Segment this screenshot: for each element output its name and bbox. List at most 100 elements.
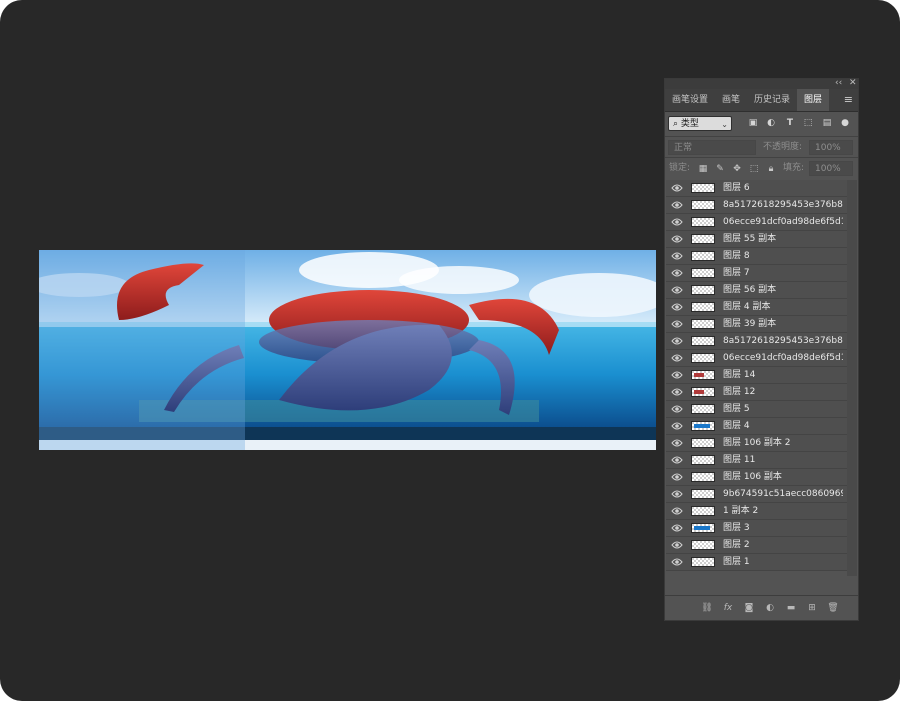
panel-menu-icon[interactable]: ≡ <box>844 89 853 111</box>
eye-visibility-icon[interactable] <box>671 217 683 227</box>
fx-icon[interactable]: fx <box>722 602 734 614</box>
eye-visibility-icon[interactable] <box>671 353 683 363</box>
layer-row[interactable]: 图层 106 副本 2 <box>666 435 847 452</box>
filter-toggle-icon[interactable]: ● <box>841 117 849 129</box>
lock-artboard-icon[interactable]: ⬚ <box>749 164 759 174</box>
blend-mode-select[interactable]: 正常 <box>668 140 756 155</box>
layer-row[interactable]: 图层 39 副本 <box>666 316 847 333</box>
layer-name: 图层 1 <box>723 557 750 567</box>
eye-visibility-icon[interactable] <box>671 421 683 431</box>
layer-row[interactable]: 图层 5 <box>666 401 847 418</box>
lock-move-icon[interactable]: ✥ <box>732 164 742 174</box>
layer-name: 图层 3 <box>723 523 750 533</box>
tab-history[interactable]: 历史记录 <box>747 89 797 111</box>
layer-row[interactable]: 图层 1 <box>666 554 847 571</box>
layer-row[interactable]: 8a5172618295453e376b8f... <box>666 197 847 214</box>
layer-thumbnail <box>691 217 715 227</box>
layer-row[interactable]: 06ecce91dcf0ad98de6f5d1... <box>666 214 847 231</box>
layer-row[interactable]: 图层 2 <box>666 537 847 554</box>
eye-visibility-icon[interactable] <box>671 557 683 567</box>
link-icon[interactable]: ⛓ <box>701 602 713 614</box>
eye-visibility-icon[interactable] <box>671 387 683 397</box>
eye-visibility-icon[interactable] <box>671 472 683 482</box>
lock-transparency-icon[interactable]: ▦ <box>698 164 708 174</box>
layers-panel: ‹‹ ✕ 画笔设置 画笔 历史记录 图层 ≡ ⌕ 类型 ⌄ ▣ ◐ T ⬚ ▤ … <box>664 78 859 621</box>
layer-row[interactable]: 1 副本 2 <box>666 503 847 520</box>
eye-visibility-icon[interactable] <box>671 523 683 533</box>
layer-thumbnail <box>691 455 715 465</box>
folder-icon[interactable]: ▬ <box>785 602 797 614</box>
double-chevron-left-icon[interactable]: ‹‹ <box>835 77 842 89</box>
opacity-input[interactable]: 100% <box>809 140 853 155</box>
eye-visibility-icon[interactable] <box>671 370 683 380</box>
tab-brushes[interactable]: 画笔 <box>715 89 747 111</box>
layer-name: 图层 106 副本 <box>723 472 782 482</box>
layer-name: 图层 56 副本 <box>723 285 777 295</box>
layer-name: 图层 7 <box>723 268 750 278</box>
layer-row[interactable]: 图层 8 <box>666 248 847 265</box>
layer-row[interactable]: 图层 4 <box>666 418 847 435</box>
eye-visibility-icon[interactable] <box>671 540 683 550</box>
eye-visibility-icon[interactable] <box>671 268 683 278</box>
new-layer-icon[interactable]: ⊞ <box>806 602 818 614</box>
eye-visibility-icon[interactable] <box>671 404 683 414</box>
layer-row[interactable]: 9b674591c51aecc0860969... <box>666 486 847 503</box>
adjustment-icon[interactable]: ◐ <box>764 602 776 614</box>
layer-thumbnail <box>691 200 715 210</box>
layer-row[interactable]: 06ecce91dcf0ad98de6f5d1... <box>666 350 847 367</box>
eye-visibility-icon[interactable] <box>671 251 683 261</box>
eye-visibility-icon[interactable] <box>671 319 683 329</box>
eye-visibility-icon[interactable] <box>671 506 683 516</box>
lock-label: 锁定: <box>669 163 691 173</box>
lock-brush-icon[interactable]: ✎ <box>715 164 725 174</box>
document-canvas[interactable] <box>39 250 656 450</box>
eye-visibility-icon[interactable] <box>671 200 683 210</box>
layer-row[interactable]: 图层 6 <box>666 180 847 197</box>
tab-layers[interactable]: 图层 <box>797 89 830 111</box>
type-filter-icon[interactable]: T <box>784 117 796 129</box>
layer-row[interactable]: 图层 14 <box>666 367 847 384</box>
layer-list-scrollbar[interactable] <box>847 180 857 576</box>
smart-object-filter-icon[interactable]: ▤ <box>821 117 833 129</box>
layer-thumbnail <box>691 557 715 567</box>
eye-visibility-icon[interactable] <box>671 489 683 499</box>
lock-all-icon[interactable]: 🔒︎ <box>766 164 776 174</box>
layer-name: 图层 6 <box>723 183 750 193</box>
panel-tabs: 画笔设置 画笔 历史记录 图层 ≡ <box>665 89 858 112</box>
eye-visibility-icon[interactable] <box>671 336 683 346</box>
layer-row[interactable]: 图层 55 副本 <box>666 231 847 248</box>
filter-kind-select[interactable]: ⌕ 类型 ⌄ <box>668 116 732 131</box>
pixel-filter-icon[interactable]: ▣ <box>747 117 759 129</box>
eye-visibility-icon[interactable] <box>671 234 683 244</box>
layer-row[interactable]: 图层 106 副本 <box>666 469 847 486</box>
layer-name: 1 副本 2 <box>723 506 759 516</box>
layer-row[interactable]: 图层 4 副本 <box>666 299 847 316</box>
layer-row[interactable]: 图层 3 <box>666 520 847 537</box>
adjustment-filter-icon[interactable]: ◐ <box>765 117 777 129</box>
fill-input[interactable]: 100% <box>809 161 853 176</box>
layer-row[interactable]: 图层 12 <box>666 384 847 401</box>
eye-visibility-icon[interactable] <box>671 285 683 295</box>
tab-brush-settings[interactable]: 画笔设置 <box>665 89 715 111</box>
layer-row[interactable]: 图层 11 <box>666 452 847 469</box>
layer-row[interactable]: 图层 7 <box>666 265 847 282</box>
layer-name: 8a5172618295453e376b8f... <box>723 336 843 346</box>
layer-name: 图层 55 副本 <box>723 234 777 244</box>
close-icon[interactable]: ✕ <box>849 77 857 89</box>
eye-visibility-icon[interactable] <box>671 455 683 465</box>
eye-visibility-icon[interactable] <box>671 438 683 448</box>
mask-icon[interactable]: ◙ <box>743 602 755 614</box>
trash-icon[interactable]: 🗑︎ <box>827 602 839 614</box>
layer-thumbnail <box>691 404 715 414</box>
fill-label: 填充: <box>783 163 805 173</box>
eye-visibility-icon[interactable] <box>671 302 683 312</box>
layer-row[interactable]: 图层 56 副本 <box>666 282 847 299</box>
eye-visibility-icon[interactable] <box>671 183 683 193</box>
layer-thumbnail <box>691 353 715 363</box>
layer-name: 图层 11 <box>723 455 756 465</box>
layer-row[interactable]: 8a5172618295453e376b8f... <box>666 333 847 350</box>
shape-filter-icon[interactable]: ⬚ <box>802 117 814 129</box>
panel-titlebar: ‹‹ ✕ <box>665 77 858 89</box>
layer-name: 图层 39 副本 <box>723 319 777 329</box>
crab-artwork <box>39 250 656 450</box>
